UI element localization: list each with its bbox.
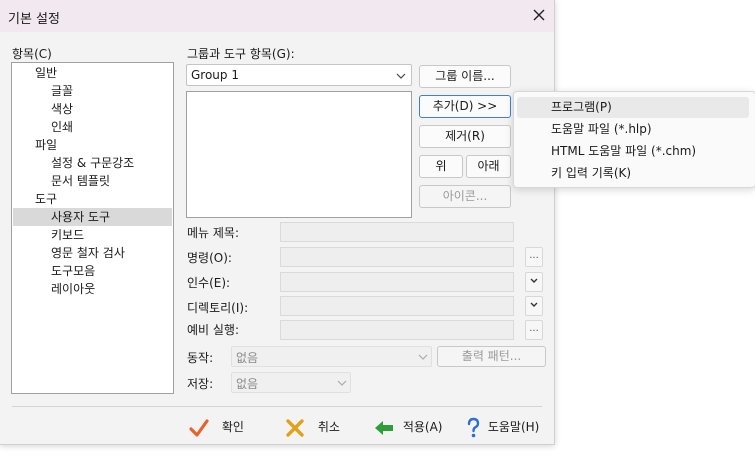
- cancel-label: 취소: [317, 420, 340, 434]
- tree-item[interactable]: 사용자 도구: [13, 208, 172, 226]
- action-select-value: 없음: [236, 351, 259, 365]
- prerun-field[interactable]: [280, 320, 514, 340]
- save-select-value: 없음: [236, 377, 259, 391]
- group-name-button[interactable]: 그룹 이름...: [419, 65, 511, 88]
- command-label: 명령(O):: [187, 251, 232, 265]
- help-button[interactable]: 도움말(H): [466, 414, 539, 440]
- remove-button[interactable]: 제거(R): [419, 125, 511, 148]
- close-button[interactable]: [528, 6, 550, 26]
- save-label: 저장:: [187, 377, 214, 391]
- command-field[interactable]: [280, 247, 514, 267]
- output-pattern-button[interactable]: 출력 패턴...: [437, 346, 546, 367]
- chevron-down-icon: [530, 278, 538, 283]
- tree-item[interactable]: 색상: [13, 100, 172, 118]
- window-title: 기본 설정: [8, 12, 60, 27]
- down-button[interactable]: 아래: [466, 155, 511, 178]
- menu-title-label: 메뉴 제목:: [187, 226, 240, 240]
- tree-item[interactable]: 설정 & 구문강조: [13, 154, 172, 172]
- prerun-label: 예비 실행:: [187, 323, 240, 337]
- checkmark-icon: [189, 418, 209, 437]
- cross-icon: [286, 418, 304, 437]
- tree-item[interactable]: 일반: [13, 64, 172, 82]
- chevron-down-icon: [530, 302, 538, 307]
- menu-item-program[interactable]: 프로그램(P): [517, 97, 749, 118]
- cancel-button[interactable]: 취소: [284, 414, 340, 440]
- save-select[interactable]: 없음: [231, 372, 351, 393]
- action-select[interactable]: 없음: [231, 346, 432, 367]
- tree-item[interactable]: 도구모음: [13, 262, 172, 280]
- title-bar: 기본 설정: [0, 0, 554, 32]
- menu-title-field[interactable]: [280, 222, 514, 242]
- apply-button[interactable]: 적용(A): [373, 414, 442, 440]
- group-select-value: Group 1: [191, 68, 239, 82]
- chevron-down-icon: [418, 354, 428, 360]
- argument-label: 인수(E):: [187, 276, 231, 290]
- question-icon: [467, 417, 480, 437]
- menu-item-html-help-file[interactable]: HTML 도움말 파일 (*.chm): [517, 141, 749, 162]
- tree-item[interactable]: 문서 템플릿: [13, 172, 172, 190]
- add-button[interactable]: 추가(D) >>: [419, 95, 511, 118]
- argument-dropdown-button[interactable]: [525, 272, 543, 292]
- items-label: 항목(C): [12, 47, 52, 61]
- tree-item[interactable]: 파일: [13, 136, 172, 154]
- command-browse-button[interactable]: ...: [525, 247, 543, 267]
- tree-item[interactable]: 도구: [13, 190, 172, 208]
- up-button[interactable]: 위: [419, 155, 463, 178]
- prerun-browse-button[interactable]: ...: [525, 320, 543, 340]
- apply-label: 적용(A): [402, 420, 443, 434]
- tree-item[interactable]: 레이아웃: [13, 280, 172, 298]
- chevron-down-icon: [337, 380, 347, 386]
- action-label: 동작:: [187, 351, 214, 365]
- directory-field[interactable]: [280, 296, 514, 316]
- add-popup-menu: 프로그램(P) 도움말 파일 (*.hlp) HTML 도움말 파일 (*.ch…: [513, 91, 755, 188]
- tree-item[interactable]: 키보드: [13, 226, 172, 244]
- help-label: 도움말(H): [487, 420, 540, 434]
- divider: [12, 406, 542, 407]
- items-tree[interactable]: 일반 글꼴 색상 인쇄 파일 설정 & 구문강조 문서 템플릿 도구 사용자 도구 키보드 영문 철…: [11, 62, 174, 394]
- argument-field[interactable]: [280, 272, 514, 292]
- preferences-dialog: 기본 설정 항목(C) 일반 글꼴 색상 인쇄 파일 설정 & 구문강조 문서 템플릿 도구 사…: [0, 0, 555, 445]
- tree-item[interactable]: 글꼴: [13, 82, 172, 100]
- ok-label: 확인: [221, 420, 244, 434]
- chevron-down-icon: [396, 73, 406, 79]
- close-icon: [533, 9, 545, 21]
- group-label: 그룹과 도구 항목(G):: [187, 47, 295, 61]
- directory-label: 디렉토리(I):: [187, 301, 249, 315]
- tree-item[interactable]: 영문 철자 검사: [13, 244, 172, 262]
- ok-button[interactable]: 확인: [188, 414, 244, 440]
- arrow-left-icon: [375, 420, 393, 435]
- group-select[interactable]: Group 1: [186, 64, 412, 86]
- directory-dropdown-button[interactable]: [525, 296, 543, 316]
- icon-button[interactable]: 아이콘...: [419, 185, 511, 208]
- tree-item[interactable]: 인쇄: [13, 118, 172, 136]
- menu-item-help-file[interactable]: 도움말 파일 (*.hlp): [517, 119, 749, 140]
- menu-item-keystroke-record[interactable]: 키 입력 기록(K): [517, 163, 749, 184]
- tool-list[interactable]: [186, 91, 412, 218]
